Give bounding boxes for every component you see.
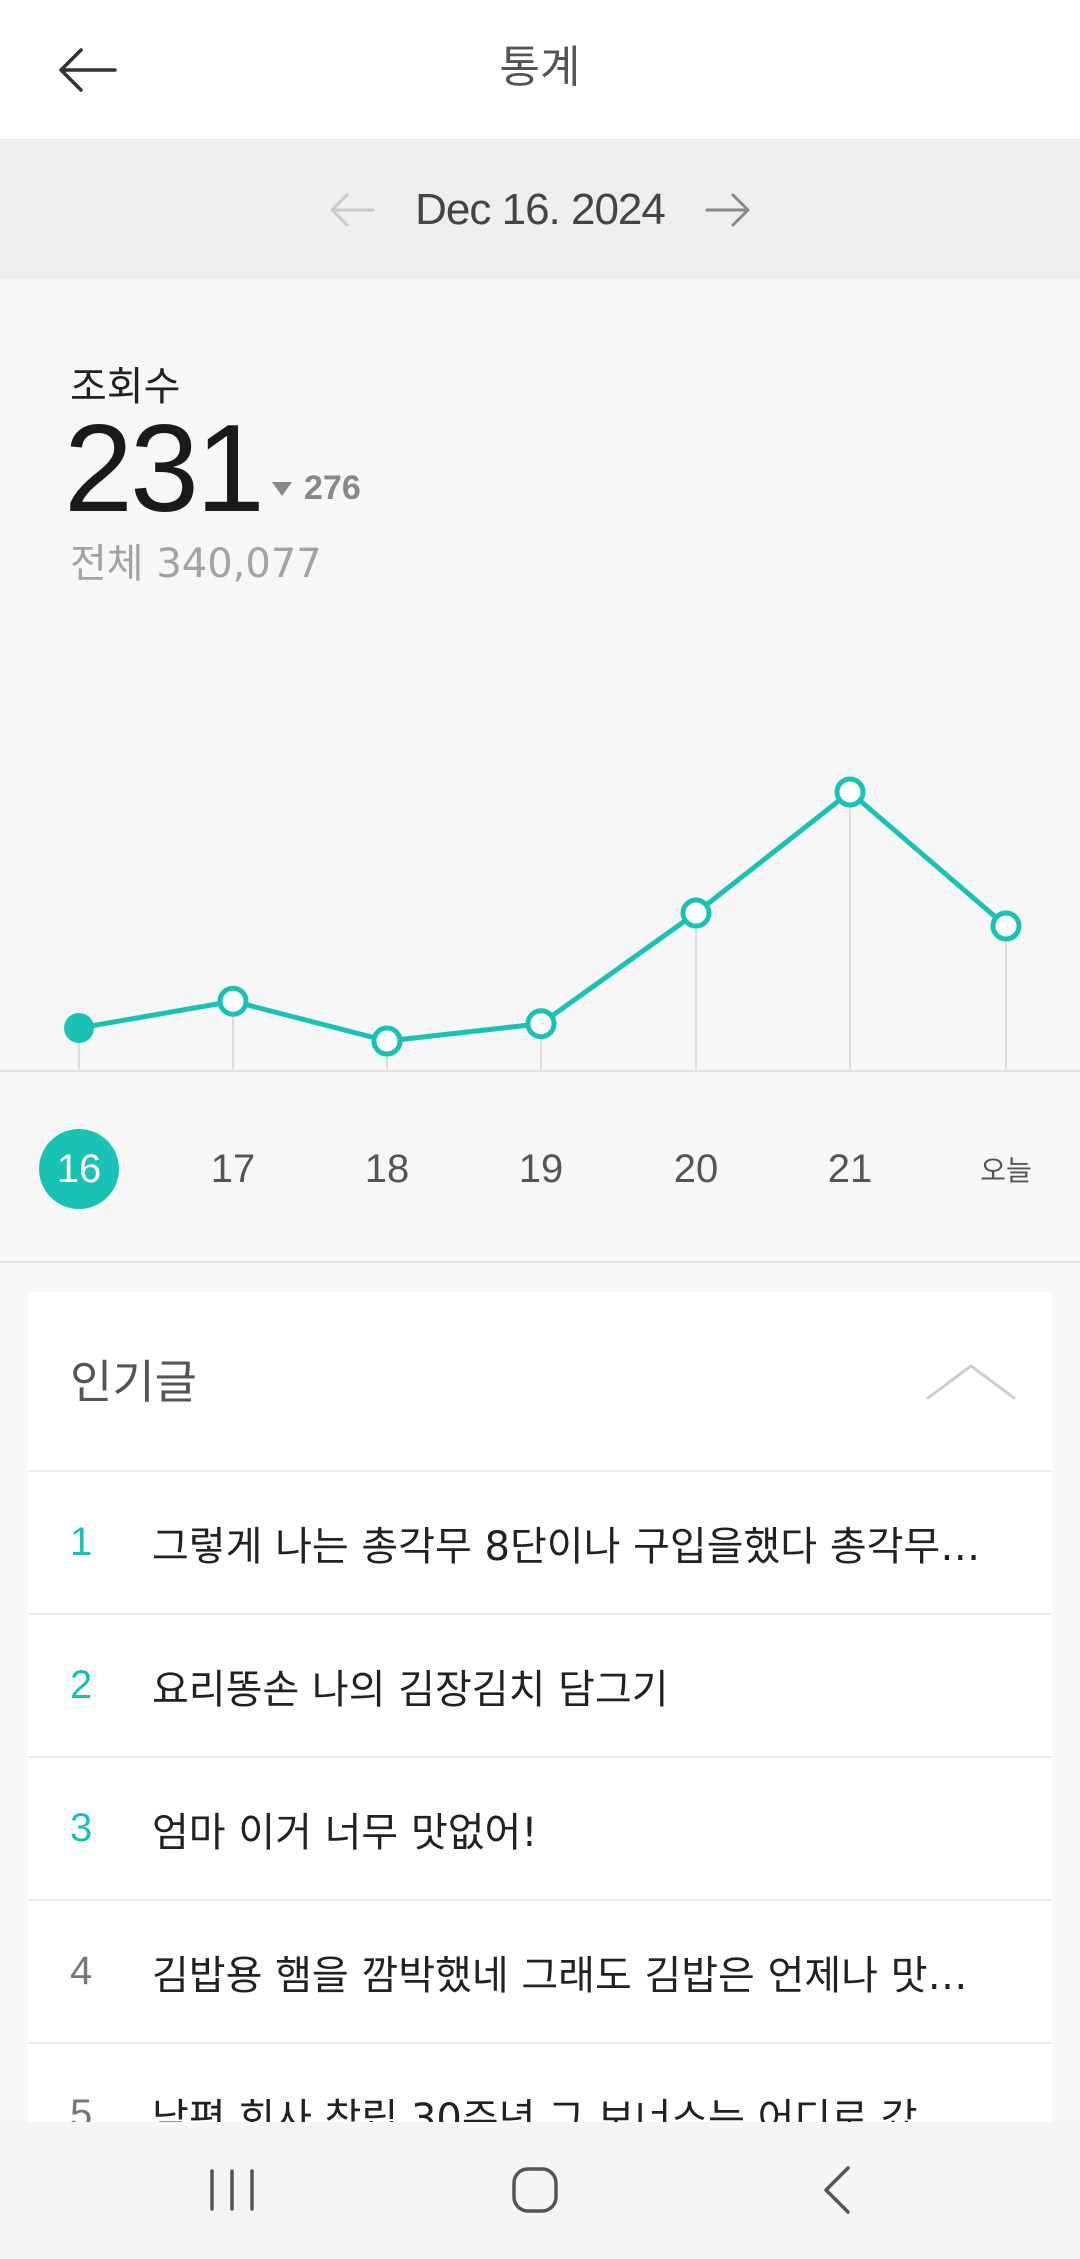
post-rank: 5 xyxy=(70,2092,93,2122)
post-rank: 4 xyxy=(70,1949,93,1993)
metric-total: 전체 340,077 xyxy=(70,541,322,587)
day-tab-21[interactable]: 21 xyxy=(810,1129,890,1209)
back-icon xyxy=(824,2166,850,2214)
day-tab-19[interactable]: 19 xyxy=(501,1129,581,1209)
chart-point-17[interactable] xyxy=(217,985,249,1017)
day-tab-17[interactable]: 17 xyxy=(193,1129,273,1209)
popular-posts-title: 인기글 xyxy=(70,1355,197,1409)
day-tab-18[interactable]: 18 xyxy=(347,1129,427,1209)
post-title: 요리똥손 나의 김장김치 담그기 xyxy=(152,1666,669,1713)
system-navigation-bar xyxy=(0,2122,1080,2259)
arrow-right-icon xyxy=(705,193,750,227)
next-date-button[interactable] xyxy=(688,175,768,245)
day-tab-20[interactable]: 20 xyxy=(656,1129,736,1209)
post-row[interactable]: 4 김밥용 햄을 깜박했네 그래도 김밥은 언제나 맛있어 xyxy=(28,1901,1052,2044)
post-title: 엄마 이거 너무 맛없어! xyxy=(152,1809,538,1856)
chart-baseline xyxy=(0,1070,1080,1072)
day-selector: 16 17 18 19 20 21 오늘 xyxy=(0,1073,1080,1263)
metric-delta: 276 xyxy=(272,469,361,508)
stats-panel: 조회수 231 276 전체 340,077 xyxy=(0,279,1080,1073)
previous-date-button[interactable] xyxy=(312,175,392,245)
chevron-up-icon xyxy=(926,1364,1016,1400)
home-button[interactable] xyxy=(475,2150,595,2230)
day-tab-16[interactable]: 16 xyxy=(39,1129,119,1209)
chart-point-19[interactable] xyxy=(525,1008,557,1040)
triangle-down-icon xyxy=(272,481,292,496)
metric-delta-value: 276 xyxy=(304,469,361,507)
arrow-left-icon xyxy=(330,193,375,227)
date-navigator: Dec 16. 2024 xyxy=(0,141,1080,279)
app-header: 통계 xyxy=(0,0,1080,140)
chart-point-21[interactable] xyxy=(834,776,866,808)
home-icon xyxy=(512,2167,558,2213)
arrow-left-icon xyxy=(59,48,117,92)
chart-point-16[interactable] xyxy=(64,1013,94,1044)
system-back-button[interactable] xyxy=(778,2150,898,2230)
recent-apps-icon xyxy=(210,2169,254,2211)
popular-posts-header[interactable]: 인기글 xyxy=(28,1292,1052,1472)
post-title: 그렇게 나는 총각무 8단이나 구입을했다 총각무김장담그기 xyxy=(152,1523,1052,1570)
post-title: 김밥용 햄을 깜박했네 그래도 김밥은 언제나 맛있어 xyxy=(152,1952,1002,1999)
day-tab-today[interactable]: 오늘 xyxy=(966,1129,1046,1209)
back-button[interactable] xyxy=(44,30,130,110)
chart-point-18[interactable] xyxy=(371,1025,403,1057)
collapse-button[interactable] xyxy=(926,1352,1016,1412)
metric-value: 231 xyxy=(64,400,265,538)
post-row[interactable]: 3 엄마 이거 너무 맛없어! xyxy=(28,1758,1052,1901)
recent-apps-button[interactable] xyxy=(172,2150,292,2230)
post-row[interactable]: 2 요리똥손 나의 김장김치 담그기 xyxy=(28,1615,1052,1758)
post-row[interactable]: 5 남편 회사 창립 30주년 그 보너스는 어디로 갔는가? xyxy=(28,2044,1052,2122)
post-rank: 2 xyxy=(70,1663,93,1707)
chart-point-20[interactable] xyxy=(680,897,712,929)
post-rank: 3 xyxy=(70,1806,93,1850)
popular-posts-card: 인기글 1 그렇게 나는 총각무 8단이나 구입을했다 총각무김장담그기 2 요리똥손… xyxy=(28,1292,1052,2122)
post-row[interactable]: 1 그렇게 나는 총각무 8단이나 구입을했다 총각무김장담그기 xyxy=(28,1472,1052,1615)
post-title: 남편 회사 창립 30주년 그 보너스는 어디로 갔는가? xyxy=(152,2095,1013,2123)
post-rank: 1 xyxy=(70,1520,93,1564)
chart-point-오늘[interactable] xyxy=(990,910,1022,942)
current-date: Dec 16. 2024 xyxy=(415,185,666,234)
page-title: 통계 xyxy=(499,42,581,93)
popular-posts-list: 1 그렇게 나는 총각무 8단이나 구입을했다 총각무김장담그기 2 요리똥손 나의 … xyxy=(28,1472,1052,2122)
